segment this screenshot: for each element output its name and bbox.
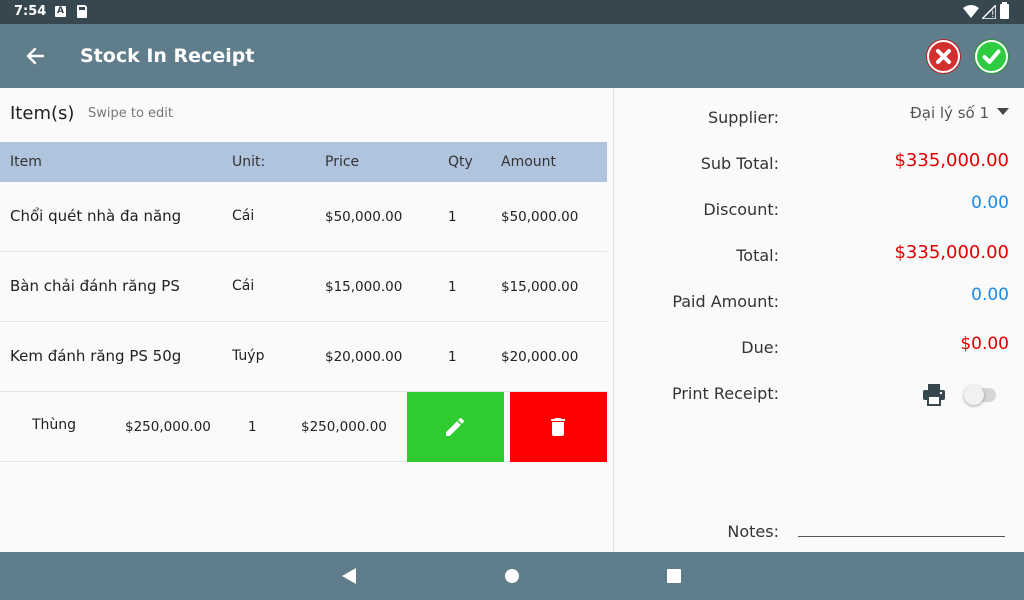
swipe-hint: Swipe to edit: [88, 106, 174, 121]
status-bar: 7:54 A !: [0, 0, 1024, 24]
back-button[interactable]: [18, 38, 54, 74]
row-qty: 1: [448, 349, 457, 365]
header-item: Item: [10, 154, 42, 170]
row-item-name: Bàn chải đánh răng PS: [10, 277, 180, 295]
discount-input[interactable]: 0.00: [971, 193, 1009, 213]
row-unit: Tuýp: [232, 348, 265, 364]
wifi-icon: [963, 5, 979, 18]
discount-label: Discount:: [703, 200, 779, 219]
table-header: Item Unit: Price Qty Amount: [0, 142, 607, 182]
notes-field[interactable]: [798, 516, 1005, 536]
supplier-dropdown[interactable]: Đại lý số 1: [910, 104, 1009, 122]
total-value: $335,000.00: [894, 242, 1009, 263]
due-label: Due:: [741, 338, 779, 357]
row-price: $20,000.00: [325, 349, 403, 365]
page-title: Stock In Receipt: [80, 45, 255, 67]
toggle-knob: [964, 385, 984, 405]
row-qty: 1: [448, 279, 457, 295]
header-unit: Unit:: [232, 154, 266, 170]
edit-row-button[interactable]: [407, 392, 504, 462]
nav-back-icon[interactable]: [342, 568, 356, 584]
app-bar: Stock In Receipt: [0, 24, 1024, 88]
supplier-value: Đại lý số 1: [910, 104, 989, 122]
table-row[interactable]: Bàn chải đánh răng PS Cái $15,000.00 1 $…: [0, 252, 607, 322]
subtotal-value: $335,000.00: [894, 150, 1009, 171]
print-receipt-label: Print Receipt:: [671, 384, 779, 403]
summary-panel: Supplier: Đại lý số 1 Sub Total: $335,00…: [614, 88, 1024, 552]
printer-icon: [923, 384, 945, 406]
check-circle-icon: [982, 49, 1001, 64]
nav-recents-icon[interactable]: [667, 569, 681, 583]
row-item-name: Chổi quét nhà đa năng: [10, 207, 182, 225]
row-amount: $20,000.00: [501, 349, 579, 365]
confirm-button[interactable]: [975, 40, 1008, 73]
supplier-label: Supplier:: [707, 108, 779, 127]
table-row[interactable]: Kem đánh răng PS 50g Tuýp $20,000.00 1 $…: [0, 322, 607, 392]
row-price: $250,000.00: [125, 419, 211, 435]
header-amount: Amount: [501, 154, 557, 170]
status-time: 7:54: [14, 4, 47, 19]
nav-home-icon[interactable]: [505, 569, 519, 583]
swiped-table-row[interactable]: Thùng $250,000.00 1 $250,000.00: [0, 392, 607, 462]
paid-amount-input[interactable]: 0.00: [971, 285, 1009, 305]
notes-label: Notes:: [727, 522, 779, 541]
table-row[interactable]: Chổi quét nhà đa năng Cái $50,000.00 1 $…: [0, 182, 607, 252]
row-item-name: Kem đánh răng PS 50g: [10, 347, 182, 365]
header-qty: Qty: [448, 154, 473, 170]
row-unit: Cái: [232, 208, 255, 224]
pencil-icon: [446, 417, 465, 436]
dropdown-caret-icon: [997, 108, 1009, 115]
subtotal-label: Sub Total:: [700, 154, 779, 173]
row-amount: $15,000.00: [501, 279, 579, 295]
items-panel: Item(s) Swipe to edit Item Unit: Price Q…: [0, 88, 613, 552]
row-price: $15,000.00: [325, 279, 403, 295]
row-amount: $50,000.00: [501, 209, 579, 225]
row-unit: Thùng: [32, 417, 77, 433]
header-price: Price: [325, 154, 360, 170]
notes-underline: [798, 536, 1005, 537]
close-circle-icon: [936, 49, 951, 64]
row-unit: Cái: [232, 278, 255, 294]
arrow-left-icon: [26, 47, 45, 65]
print-receipt-toggle[interactable]: [964, 385, 996, 405]
cancel-button[interactable]: [927, 40, 960, 73]
items-heading: Item(s): [10, 103, 75, 124]
battery-icon: [1000, 2, 1009, 19]
due-value: $0.00: [960, 334, 1009, 354]
paid-amount-label: Paid Amount:: [672, 292, 779, 311]
total-label: Total:: [736, 246, 779, 265]
system-nav-bar: [0, 552, 1024, 600]
row-qty: 1: [248, 419, 257, 435]
sd-card-icon: [77, 5, 87, 18]
row-qty: 1: [448, 209, 457, 225]
trash-icon: [551, 418, 565, 436]
row-amount: $250,000.00: [301, 419, 387, 435]
delete-row-button[interactable]: [510, 392, 607, 462]
signal-icon: !: [982, 5, 996, 19]
row-price: $50,000.00: [325, 209, 403, 225]
notification-a-icon: A: [55, 6, 66, 17]
svg-text:!: !: [991, 10, 995, 19]
